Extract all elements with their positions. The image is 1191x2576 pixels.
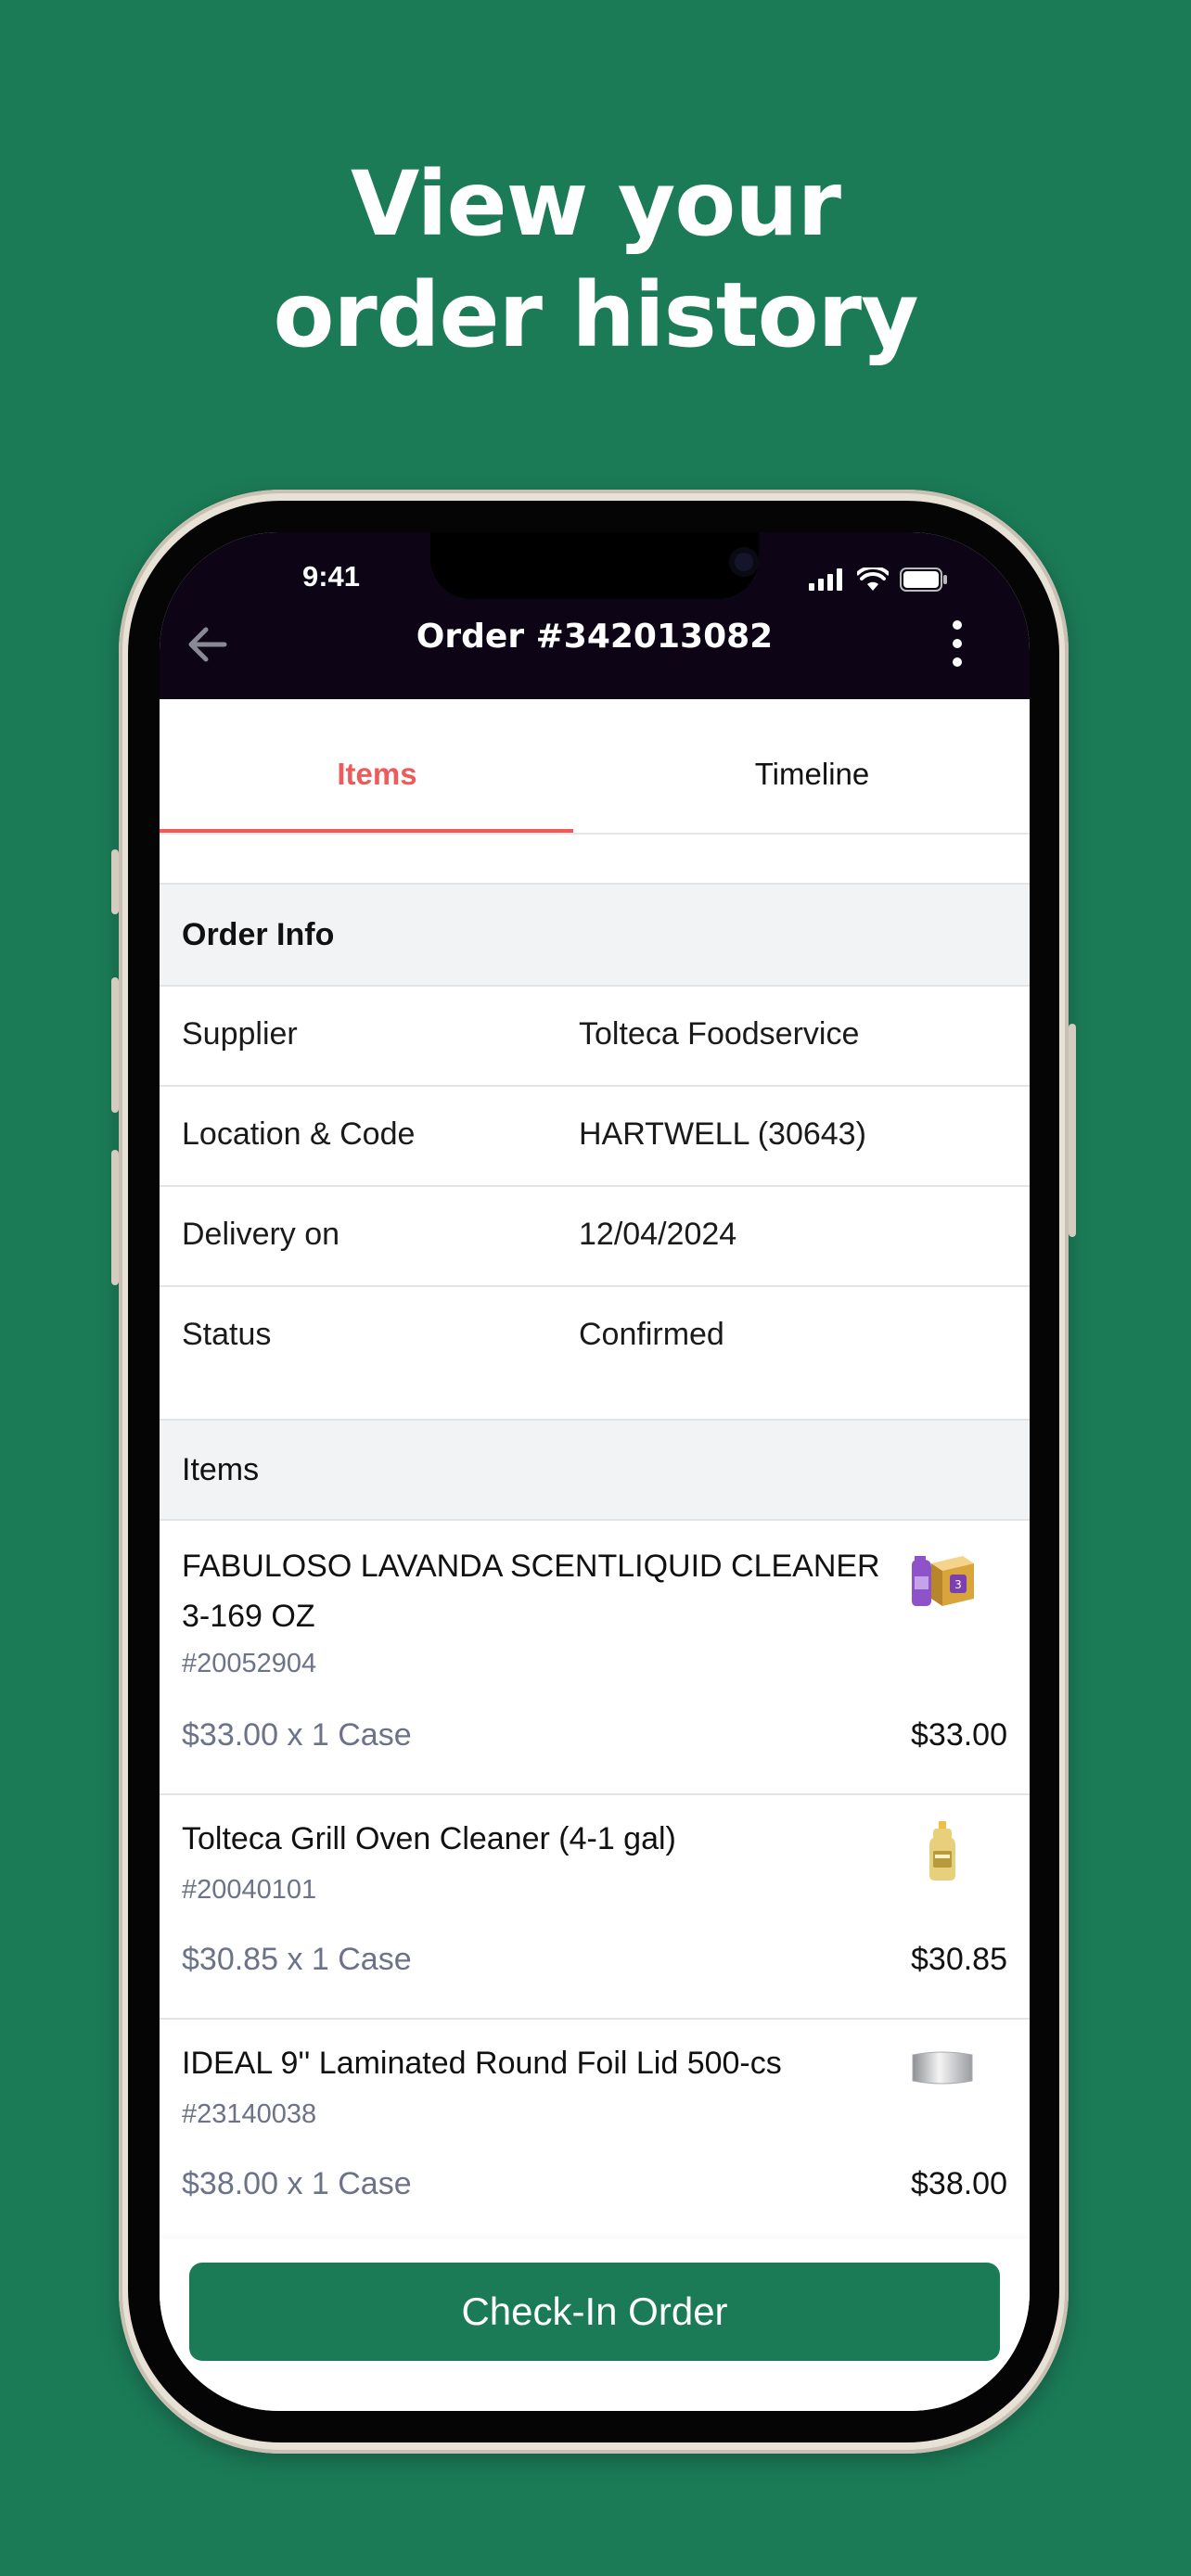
info-value: 12/04/2024 xyxy=(579,1217,737,1252)
info-label: Location & Code xyxy=(182,1116,416,1152)
status-icons xyxy=(809,566,948,593)
item-sku: #23140038 xyxy=(182,2099,317,2129)
item-name: FABULOSO LAVANDA SCENTLIQUID CLEANER 3-1… xyxy=(182,1549,880,1634)
info-label: Delivery on xyxy=(182,1217,340,1252)
item-total: $33.00 xyxy=(911,1717,1007,1753)
header-row: Order #342013082 xyxy=(160,616,1030,671)
item-sku: #20040101 xyxy=(182,1875,317,1905)
item-total: $38.00 xyxy=(911,2166,1007,2201)
cellular-signal-icon xyxy=(809,568,842,591)
list-item[interactable]: Tolteca Grill Oven Cleaner (4-1 gal) #20… xyxy=(160,1795,1030,2020)
volume-down-button xyxy=(111,1150,119,1285)
item-name: Tolteca Grill Oven Cleaner (4-1 gal) xyxy=(182,1821,676,1856)
notch xyxy=(430,532,759,599)
headline: View your order history xyxy=(0,148,1191,371)
front-camera xyxy=(729,547,759,577)
top-app-bar: 9:41 Order #342013082 xyxy=(160,532,1030,699)
bottom-action-bar: Check-In Order xyxy=(160,2238,1030,2411)
items-section-header: Items xyxy=(160,1419,1030,1521)
tab-timeline[interactable]: Timeline xyxy=(595,699,1030,833)
volume-up-button xyxy=(111,977,119,1113)
item-price-quantity: $33.00 x 1 Case xyxy=(182,1717,412,1753)
info-value: HARTWELL (30643) xyxy=(579,1116,866,1152)
headline-line-2: order history xyxy=(273,263,918,367)
battery-icon xyxy=(900,567,947,592)
power-button xyxy=(1069,1024,1076,1237)
list-item[interactable]: FABULOSO LAVANDA SCENTLIQUID CLEANER 3-1… xyxy=(160,1521,1030,1795)
check-in-order-button[interactable]: Check-In Order xyxy=(189,2263,1000,2361)
order-title: Order #342013082 xyxy=(416,618,774,656)
app-screen: 9:41 Order #342013082 Items Timeline Ord… xyxy=(160,532,1030,2411)
wifi-icon xyxy=(857,567,889,591)
info-label: Status xyxy=(182,1317,272,1352)
headline-line-1: View your xyxy=(351,152,841,256)
info-value: Tolteca Foodservice xyxy=(579,1016,860,1052)
item-price-quantity: $30.85 x 1 Case xyxy=(182,1942,412,1977)
info-label: Supplier xyxy=(182,1016,298,1052)
info-row-supplier: Supplier Tolteca Foodservice xyxy=(160,987,1030,1087)
info-value: Confirmed xyxy=(579,1317,724,1352)
status-time: 9:41 xyxy=(301,560,361,593)
tab-bar: Items Timeline xyxy=(160,699,1030,835)
svg-text:3: 3 xyxy=(954,1578,962,1591)
order-info-header: Order Info xyxy=(160,883,1030,987)
list-item[interactable]: IDEAL 9'' Laminated Round Foil Lid 500-c… xyxy=(160,2020,1030,2238)
fabuloso-box-image: 3 xyxy=(912,1556,974,1606)
foil-lid-image xyxy=(912,2051,973,2085)
more-options-icon[interactable] xyxy=(939,616,976,671)
mute-switch xyxy=(111,849,119,914)
info-row-status: Status Confirmed xyxy=(160,1287,1030,1419)
back-arrow-icon[interactable] xyxy=(182,621,234,668)
item-total: $30.85 xyxy=(911,1942,1007,1977)
info-row-delivery: Delivery on 12/04/2024 xyxy=(160,1187,1030,1287)
active-tab-indicator xyxy=(160,829,573,833)
cleaner-bottle-image xyxy=(929,1821,955,1881)
item-sku: #20052904 xyxy=(182,1649,317,1678)
info-row-location: Location & Code HARTWELL (30643) xyxy=(160,1087,1030,1187)
item-price-quantity: $38.00 x 1 Case xyxy=(182,2166,412,2201)
tab-items[interactable]: Items xyxy=(160,699,595,833)
item-name: IDEAL 9'' Laminated Round Foil Lid 500-c… xyxy=(182,2046,782,2081)
